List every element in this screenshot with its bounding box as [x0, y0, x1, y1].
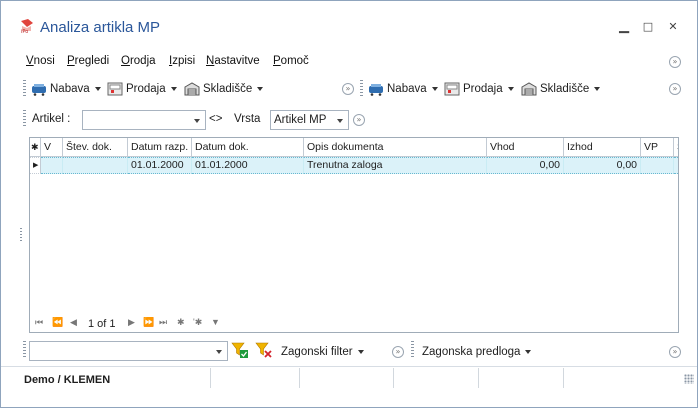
- status-user: Demo / KLEMEN: [24, 374, 111, 386]
- vrsta-value: Artikel MP: [274, 114, 327, 126]
- resize-grip-icon[interactable]: [684, 374, 694, 384]
- artikel-combo[interactable]: [82, 110, 206, 130]
- menu-orodja[interactable]: Orodja: [121, 55, 156, 67]
- toolbar-options-icon[interactable]: »: [342, 83, 354, 95]
- nav-cancel-icon[interactable]: '✱: [193, 317, 202, 328]
- minimize-button[interactable]: ▁: [617, 20, 631, 34]
- zagonski-filter-button[interactable]: Zagonski filter: [281, 344, 364, 360]
- chevron-down-icon[interactable]: [337, 119, 343, 123]
- toolbar-grip[interactable]: [23, 80, 26, 98]
- cell-v[interactable]: [41, 157, 63, 174]
- cell-vhod[interactable]: 0,00: [487, 157, 564, 174]
- status-separator: [210, 368, 211, 388]
- skladisce2-label: Skladišče: [540, 83, 590, 95]
- cell-opis[interactable]: Trenutna zaloga: [304, 157, 487, 174]
- clear-filter-icon[interactable]: [255, 342, 273, 358]
- nabava2-label: Nabava: [387, 83, 427, 95]
- col-header-vhod[interactable]: Vhod: [487, 138, 564, 157]
- zagonski-filter-label: Zagonski filter: [281, 346, 353, 358]
- toolbar2-grip[interactable]: [360, 80, 363, 98]
- row-indicator-icon[interactable]: ▶: [30, 157, 41, 174]
- col-header-datum-dok[interactable]: Datum dok.: [192, 138, 304, 157]
- cell-s[interactable]: [674, 157, 678, 174]
- col-header-vp[interactable]: VP: [641, 138, 674, 157]
- menu-vnosi[interactable]: Vnosi: [26, 55, 55, 67]
- nabava-label: Nabava: [50, 83, 90, 95]
- maximize-button[interactable]: □: [641, 20, 655, 34]
- nav-filter-icon[interactable]: ▼: [211, 317, 220, 327]
- warehouse-icon: [184, 82, 200, 96]
- nav-prev-page-icon[interactable]: ⏪: [52, 317, 63, 328]
- register-icon: [444, 82, 460, 96]
- menu-options-icon[interactable]: »: [669, 56, 681, 68]
- nav-next-icon[interactable]: ▶: [128, 317, 135, 328]
- col-header-s[interactable]: Š: [674, 138, 678, 157]
- zagonska-predloga-label: Zagonska predloga: [422, 346, 521, 358]
- menu-pregledi[interactable]: Pregledi: [67, 55, 109, 67]
- nav-last-icon[interactable]: ⏭: [159, 317, 167, 328]
- apply-filter-icon[interactable]: [231, 342, 249, 358]
- filterbar-grip[interactable]: [23, 110, 26, 128]
- range-separator: <>: [209, 113, 223, 125]
- col-header-datum-razp[interactable]: Datum razp.: [128, 138, 192, 157]
- warehouse-icon: [521, 82, 537, 96]
- cart-icon: [368, 82, 384, 96]
- col-header-izhod[interactable]: Izhod: [564, 138, 641, 157]
- nabava-button[interactable]: Nabava: [31, 81, 101, 97]
- bottombar-options-icon[interactable]: »: [392, 346, 404, 358]
- col-header-opis[interactable]: Opis dokumenta: [304, 138, 487, 157]
- nabava2-button[interactable]: Nabava: [368, 81, 438, 97]
- menu-nastavitve[interactable]: Nastavitve: [206, 55, 260, 67]
- bottombar2-grip[interactable]: [411, 341, 414, 359]
- cell-izhod[interactable]: 0,00: [564, 157, 641, 174]
- window-title: Analiza artikla MP: [40, 19, 161, 36]
- zagonska-predloga-button[interactable]: Zagonska predloga: [422, 344, 532, 360]
- chevron-down-icon[interactable]: [216, 350, 222, 354]
- cell-datum-dok[interactable]: 01.01.2000: [192, 157, 304, 174]
- splitter-grip[interactable]: [20, 228, 22, 242]
- skladisce2-button[interactable]: Skladišče: [521, 81, 601, 97]
- prodaja2-button[interactable]: Prodaja: [444, 81, 514, 97]
- skladisce-button[interactable]: Skladišče: [184, 81, 264, 97]
- vrsta-combo[interactable]: Artikel MP: [270, 110, 349, 130]
- bottombar-grip[interactable]: [23, 341, 26, 359]
- menu-pomoc[interactable]: Pomoč: [273, 55, 309, 67]
- bottombar2-options-icon[interactable]: »: [669, 346, 681, 358]
- status-separator: [299, 368, 300, 388]
- grid-corner[interactable]: ✱: [30, 138, 41, 157]
- status-separator: [393, 368, 394, 388]
- nav-first-icon[interactable]: ⏮: [35, 317, 43, 328]
- nav-append-icon[interactable]: ✱: [177, 317, 185, 328]
- chevron-down-icon[interactable]: [194, 119, 200, 123]
- artikel-label: Artikel :: [32, 113, 71, 125]
- cell-datum-razp[interactable]: 01.01.2000: [128, 157, 192, 174]
- register-icon: [107, 82, 123, 96]
- vrsta-label: Vrsta: [234, 113, 261, 125]
- cart-icon: [31, 82, 47, 96]
- close-button[interactable]: ✕: [666, 20, 680, 34]
- cell-stev-dok[interactable]: [63, 157, 128, 174]
- app-logo-icon: iPo: [19, 18, 35, 35]
- data-grid: ✱ V Štev. dok. Datum razp. Datum dok. Op…: [29, 137, 679, 333]
- prodaja-button[interactable]: Prodaja: [107, 81, 177, 97]
- prodaja2-label: Prodaja: [463, 83, 503, 95]
- nav-next-page-icon[interactable]: ⏩: [143, 317, 154, 328]
- menu-izpisi[interactable]: Izpisi: [169, 55, 195, 67]
- svg-text:iPo: iPo: [21, 29, 28, 34]
- filter-combo[interactable]: [29, 341, 228, 361]
- nav-page-indicator: 1 of 1: [88, 318, 116, 330]
- status-separator: [478, 368, 479, 388]
- cell-vp[interactable]: [641, 157, 674, 174]
- prodaja-label: Prodaja: [126, 83, 166, 95]
- col-header-v[interactable]: V: [41, 138, 63, 157]
- col-header-stev-dok[interactable]: Štev. dok.: [63, 138, 128, 157]
- filterbar-options-icon[interactable]: »: [353, 114, 365, 126]
- skladisce-label: Skladišče: [203, 83, 253, 95]
- status-separator: [563, 368, 564, 388]
- nav-prev-icon[interactable]: ◀: [70, 317, 77, 328]
- toolbar2-options-icon[interactable]: »: [669, 83, 681, 95]
